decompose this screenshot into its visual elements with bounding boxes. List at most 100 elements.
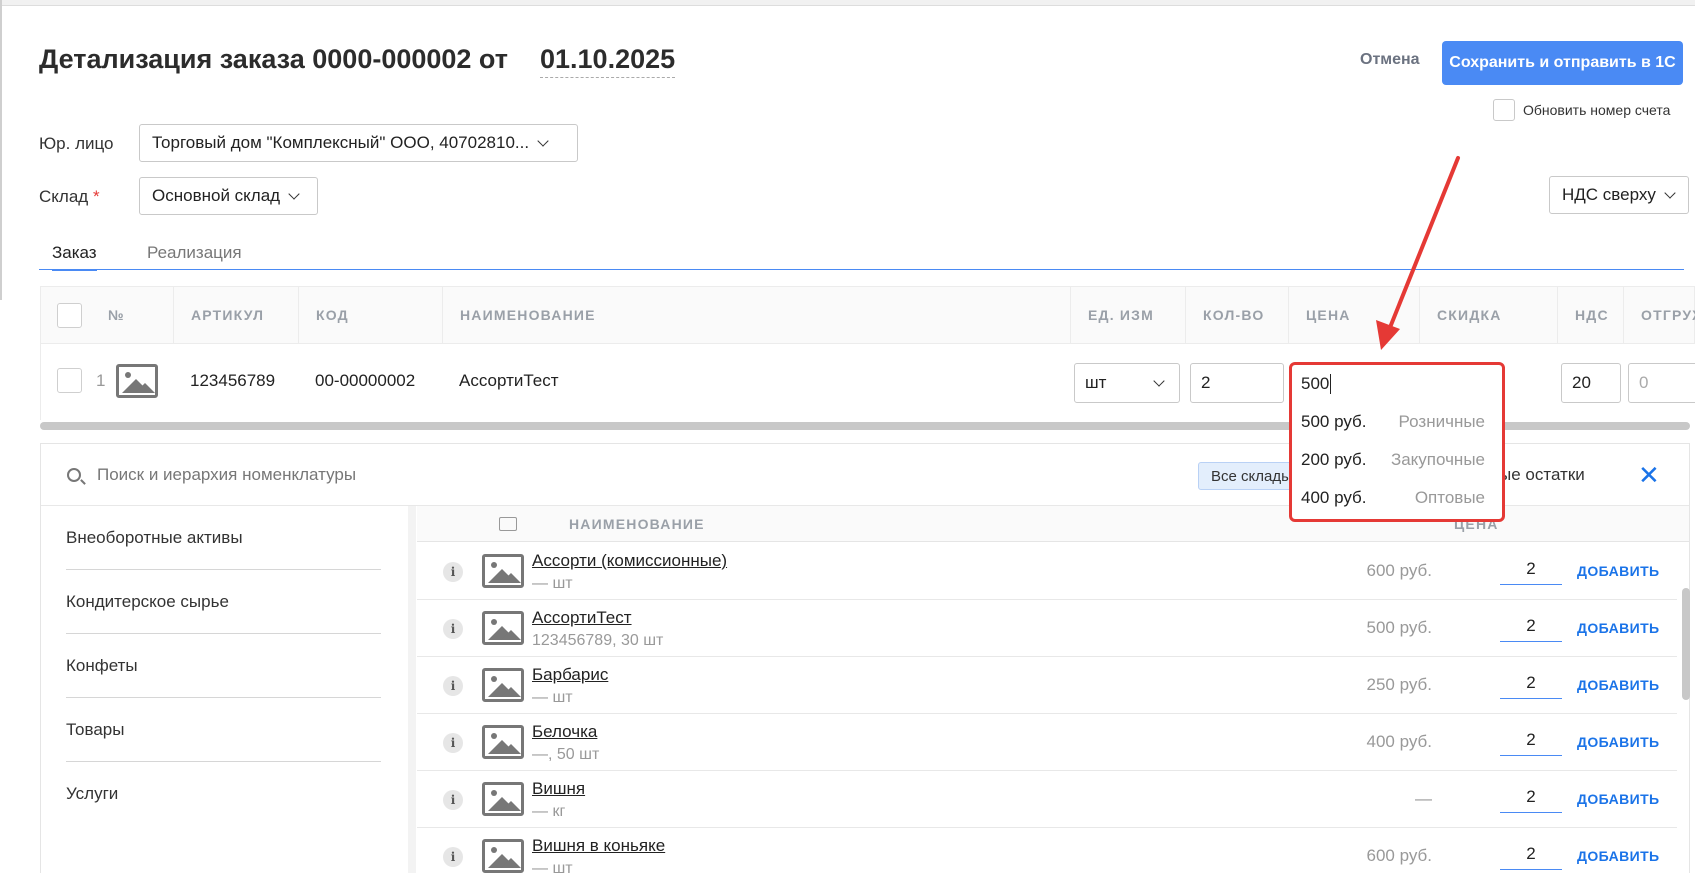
info-icon[interactable]: i <box>443 733 463 753</box>
row-number: 1 <box>96 371 106 390</box>
vat-mode-value: НДС сверху <box>1562 185 1656 204</box>
col-article: АРТИКУЛ <box>173 287 298 343</box>
image-placeholder-icon <box>482 554 524 588</box>
product-price: 400 руб. <box>1366 732 1432 751</box>
order-detail-modal: Детализация заказа 0000-000002 от 01.10.… <box>0 0 1695 873</box>
col-qty: КОЛ-ВО <box>1185 287 1288 343</box>
list-item: i Барбарис — шт 250 руб. 2 ДОБАВИТЬ <box>417 657 1677 714</box>
update-invoice-label: Обновить номер счета <box>1523 102 1671 118</box>
chevron-down-icon <box>537 134 549 147</box>
add-button[interactable]: ДОБАВИТЬ <box>1577 677 1660 693</box>
list-item: i Вишня — кг — 2 ДОБАВИТЬ <box>417 771 1677 828</box>
cancel-button[interactable]: Отмена <box>1360 51 1420 69</box>
quantity-input[interactable]: 2 <box>1500 673 1562 699</box>
product-price: 600 руб. <box>1366 846 1432 865</box>
add-button[interactable]: ДОБАВИТЬ <box>1577 791 1660 807</box>
price-option-type: Оптовые <box>1414 488 1485 507</box>
save-and-send-button[interactable]: Сохранить и отправить в 1С <box>1442 41 1683 85</box>
product-price: 250 руб. <box>1366 675 1432 694</box>
category-item[interactable]: Услуги <box>66 762 381 826</box>
category-item[interactable]: Кондитерское сырье <box>66 570 381 634</box>
order-date-field[interactable]: 01.10.2025 <box>540 44 676 78</box>
vertical-scrollbar[interactable] <box>1682 588 1690 700</box>
row-price-value: 500 <box>1301 374 1330 393</box>
row-shipped-input[interactable]: 0 <box>1628 363 1695 403</box>
category-item[interactable]: Товары <box>66 698 381 762</box>
row-article: 123456789 <box>190 371 276 390</box>
update-invoice-checkbox[interactable] <box>1493 99 1515 121</box>
add-button[interactable]: ДОБАВИТЬ <box>1577 620 1660 636</box>
price-option-value: 500 руб. <box>1301 412 1367 431</box>
row-vat-input[interactable]: 20 <box>1561 363 1621 403</box>
add-button[interactable]: ДОБАВИТЬ <box>1577 734 1660 750</box>
row-qty-input[interactable]: 2 <box>1190 363 1284 403</box>
col-unit: ЕД. ИЗМ <box>1070 287 1185 343</box>
info-icon[interactable]: i <box>443 676 463 696</box>
price-option-type: Розничные <box>1398 412 1485 431</box>
row-price-input[interactable]: 500 <box>1291 365 1504 403</box>
price-option-value: 200 руб. <box>1301 450 1367 469</box>
all-warehouses-toggle[interactable]: Все склады <box>1198 462 1305 490</box>
warehouse-label-text: Склад <box>39 187 89 206</box>
panel-divider <box>408 506 416 873</box>
chevron-down-icon <box>1153 374 1165 387</box>
image-placeholder-icon <box>482 839 524 873</box>
add-button[interactable]: ДОБАВИТЬ <box>1577 848 1660 864</box>
row-unit-select[interactable]: шт <box>1074 363 1180 403</box>
category-item[interactable]: Внеоборотные активы <box>66 506 381 570</box>
quantity-input[interactable]: 2 <box>1500 616 1562 642</box>
price-option-value: 400 руб. <box>1301 488 1367 507</box>
image-column-icon <box>499 517 517 531</box>
legal-entity-label: Юр. лицо <box>39 134 114 153</box>
row-unit-value: шт <box>1085 373 1107 392</box>
add-button[interactable]: ДОБАВИТЬ <box>1577 563 1660 579</box>
col-product-name: НАИМЕНОВАНИЕ <box>569 516 705 532</box>
quantity-input[interactable]: 2 <box>1500 730 1562 756</box>
background-page-strip <box>0 0 1695 6</box>
row-checkbox[interactable] <box>57 368 82 393</box>
image-placeholder-icon <box>482 725 524 759</box>
price-option[interactable]: 400 руб. Оптовые <box>1291 479 1504 517</box>
product-name-link[interactable]: Белочка <box>532 722 597 742</box>
quantity-input[interactable]: 2 <box>1500 787 1562 813</box>
tab-order[interactable]: Заказ <box>52 243 97 271</box>
price-option[interactable]: 200 руб. Закупочные <box>1291 441 1504 479</box>
background-page-edge <box>0 0 2 300</box>
product-details: — шт <box>532 575 573 592</box>
quantity-input[interactable]: 2 <box>1500 844 1562 870</box>
product-name-link[interactable]: Ассорти (комиссионные) <box>532 551 727 571</box>
vat-mode-select[interactable]: НДС сверху <box>1549 176 1689 214</box>
legal-entity-select[interactable]: Торговый дом "Комплексный" ООО, 40702810… <box>139 124 578 162</box>
product-details: — кг <box>532 803 566 820</box>
price-option[interactable]: 500 руб. Розничные <box>1291 403 1504 441</box>
list-item: i Белочка —, 50 шт 400 руб. 2 ДОБАВИТЬ <box>417 714 1677 771</box>
chevron-down-icon <box>1664 186 1676 199</box>
info-icon[interactable]: i <box>443 619 463 639</box>
product-name-link[interactable]: Вишня в коньяке <box>532 836 665 856</box>
product-name-link[interactable]: Вишня <box>532 779 585 799</box>
product-details: —, 50 шт <box>532 746 600 763</box>
quantity-input[interactable]: 2 <box>1500 559 1562 585</box>
info-icon[interactable]: i <box>443 847 463 867</box>
search-input[interactable]: Поиск и иерархия номенклатуры <box>97 465 356 485</box>
list-item: i Вишня в коньяке — шт 600 руб. 2 ДОБАВИ… <box>417 828 1677 873</box>
stock-filter-label[interactable]: ые остатки <box>1499 465 1585 485</box>
info-icon[interactable]: i <box>443 562 463 582</box>
col-vat: НДС <box>1557 287 1623 343</box>
product-name-link[interactable]: АссортиТест <box>532 608 632 628</box>
product-name-link[interactable]: Барбарис <box>532 665 608 685</box>
order-table-header: № АРТИКУЛ КОД НАИМЕНОВАНИЕ ЕД. ИЗМ КОЛ-В… <box>40 286 1695 344</box>
category-item[interactable]: Конфеты <box>66 634 381 698</box>
image-placeholder-icon <box>482 611 524 645</box>
product-details: — шт <box>532 860 573 873</box>
select-all-checkbox[interactable] <box>57 303 82 328</box>
info-icon[interactable]: i <box>443 790 463 810</box>
tab-realization[interactable]: Реализация <box>147 243 242 263</box>
product-details: — шт <box>532 689 573 706</box>
warehouse-label: Склад * <box>39 187 100 207</box>
list-item: i АссортиТест 123456789, 30 шт 500 руб. … <box>417 600 1677 657</box>
image-placeholder-icon <box>482 668 524 702</box>
warehouse-select[interactable]: Основной склад <box>139 177 318 215</box>
close-icon[interactable]: ✕ <box>1638 460 1660 491</box>
price-type-dropdown: 500 руб. Розничные 200 руб. Закупочные 4… <box>1291 403 1504 519</box>
